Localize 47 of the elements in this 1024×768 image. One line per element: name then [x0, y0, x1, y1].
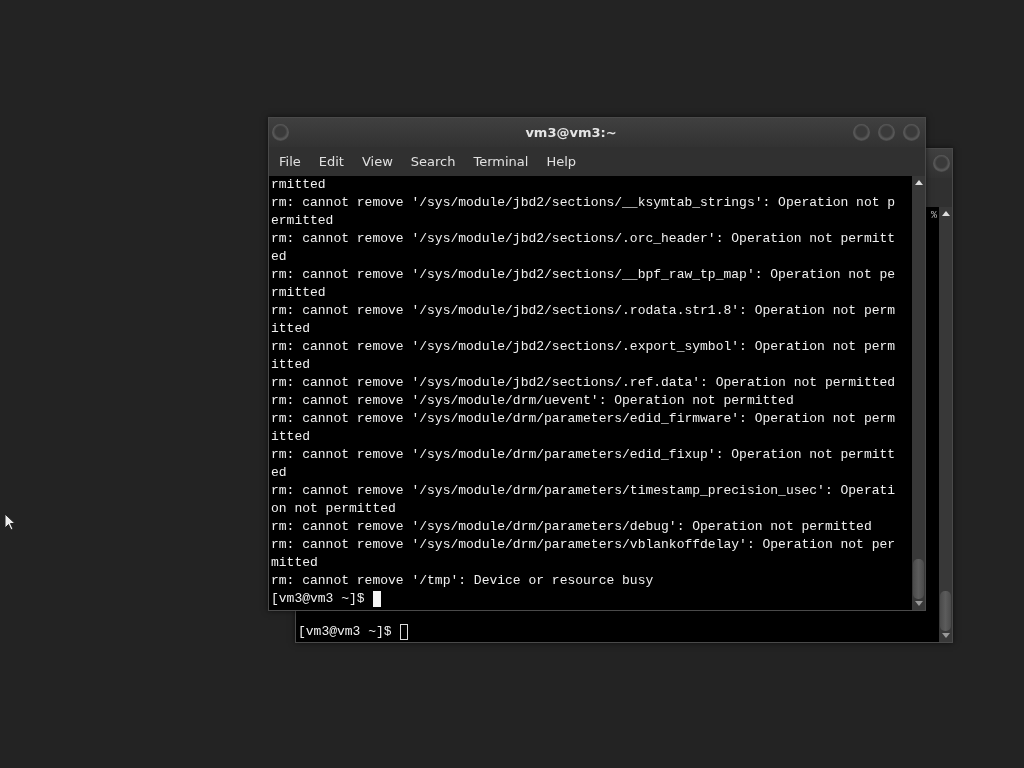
terminal-line: rm: cannot remove '/sys/module/jbd2/sections/.orc_header': Operation not permitt [271, 230, 897, 248]
terminal-line: ermitted [271, 212, 335, 230]
shell-prompt: [vm3@vm3 ~]$ [271, 590, 365, 608]
scroll-up-icon[interactable] [941, 211, 950, 216]
terminal-line: rm: cannot remove '/sys/module/drm/parameters/edid_firmware': Operation not perm [271, 410, 897, 428]
terminal-line: rm: cannot remove '/sys/module/drm/uevent': Operation not permitted [271, 392, 795, 410]
menu-item[interactable]: Edit [309, 154, 353, 169]
maximize-button[interactable] [878, 124, 895, 141]
scrollbar[interactable] [939, 207, 952, 642]
terminal-line: rm: cannot remove '/sys/module/drm/parameters/vblankoffdelay': Operation not per [271, 536, 897, 554]
minimize-button[interactable] [853, 124, 870, 141]
terminal-line: rm: cannot remove '/sys/module/jbd2/sections/__bpf_raw_tp_map': Operation not pe [271, 266, 897, 284]
menu-item[interactable]: Help [537, 154, 586, 169]
terminal-line: itted [271, 428, 311, 446]
terminal-line: mitted [271, 554, 319, 572]
terminal-line: rm: cannot remove '/sys/module/jbd2/sections/.ref.data': Operation not permitted [271, 374, 897, 392]
menu-item[interactable]: Terminal [464, 154, 538, 169]
terminal-text: % [931, 209, 937, 223]
mouse-pointer-icon [4, 513, 16, 531]
terminal-line: rm: cannot remove '/sys/module/drm/parameters/timestamp_precision_usec': Operati [271, 482, 897, 500]
terminal-line: itted [271, 320, 311, 338]
terminal-line: rm: cannot remove '/tmp': Device or resource busy [271, 572, 655, 590]
terminal-line: rm: cannot remove '/sys/module/drm/parameters/debug': Operation not permitted [271, 518, 873, 536]
terminal-line: rm: cannot remove '/sys/module/jbd2/sections/.rodata.str1.8': Operation not perm [271, 302, 897, 320]
close-button[interactable] [933, 155, 950, 172]
scroll-up-icon[interactable] [914, 180, 923, 185]
menu-item[interactable]: File [270, 154, 310, 169]
terminal-line: rm: cannot remove '/sys/module/drm/parameters/edid_fixup': Operation not permitt [271, 446, 897, 464]
scrollbar-thumb[interactable] [940, 591, 951, 631]
terminal-line: itted [271, 356, 311, 374]
terminal-line: rm: cannot remove '/sys/module/jbd2/sections/__ksymtab_strings': Operation not p [271, 194, 897, 212]
window-menu-button[interactable] [272, 124, 289, 141]
terminal-line: rm: cannot remove '/sys/module/jbd2/sections/.export_symbol': Operation not perm [271, 338, 897, 356]
shell-prompt: [vm3@vm3 ~]$ [298, 623, 392, 641]
terminal-line: ed [271, 248, 288, 266]
terminal-line: rmitted [271, 176, 327, 194]
menu-item[interactable]: View [352, 154, 402, 169]
menu-item[interactable]: Search [401, 154, 465, 169]
terminal-line: on not permitted [271, 500, 397, 518]
terminal-line: ed [271, 464, 288, 482]
terminal-line: rmitted [271, 284, 327, 302]
scrollbar-thumb[interactable] [913, 559, 924, 599]
window-title: vm3@vm3:~ [524, 125, 618, 140]
scroll-down-icon[interactable] [941, 633, 950, 638]
scroll-down-icon[interactable] [914, 601, 923, 606]
close-button[interactable] [903, 124, 920, 141]
scrollbar[interactable] [912, 176, 925, 610]
